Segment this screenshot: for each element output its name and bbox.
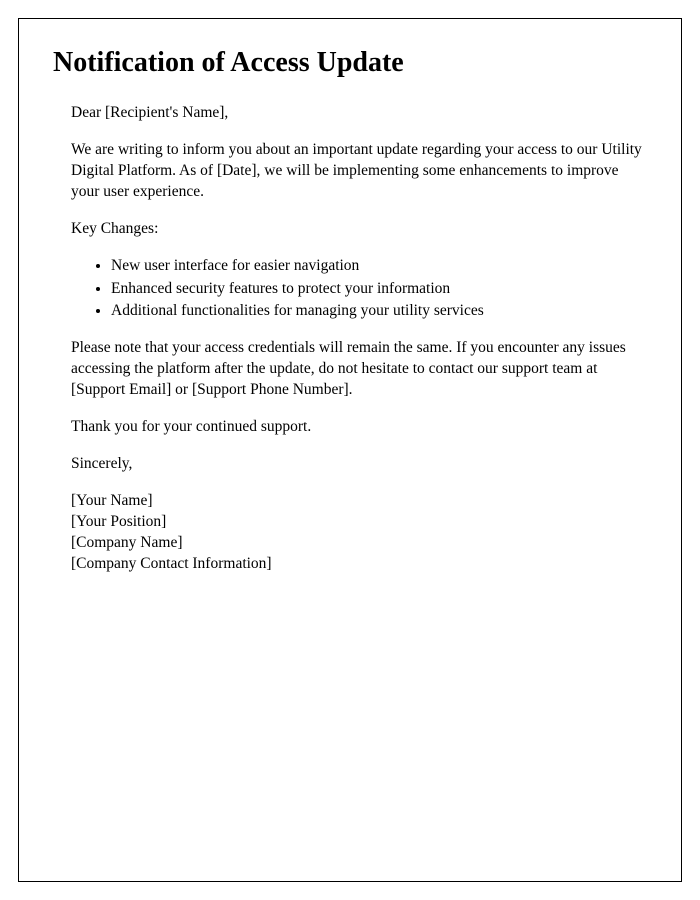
key-changes-list: New user interface for easier navigation… — [71, 256, 647, 323]
salutation: Dear [Recipient's Name], — [71, 103, 647, 124]
intro-paragraph: We are writing to inform you about an im… — [71, 140, 647, 203]
key-changes-label: Key Changes: — [71, 219, 647, 240]
list-item: New user interface for easier navigation — [111, 256, 647, 277]
page-title: Notification of Access Update — [53, 47, 647, 79]
document-frame: Notification of Access Update Dear [Reci… — [18, 18, 682, 882]
thanks-paragraph: Thank you for your continued support. — [71, 417, 647, 438]
list-item: Additional functionalities for managing … — [111, 301, 647, 322]
closing: Sincerely, — [71, 454, 647, 475]
signature-name: [Your Name] — [71, 491, 647, 512]
document-body: Dear [Recipient's Name], We are writing … — [53, 103, 647, 575]
signature-contact: [Company Contact Information] — [71, 554, 647, 575]
signature-block: [Your Name] [Your Position] [Company Nam… — [71, 491, 647, 575]
note-paragraph: Please note that your access credentials… — [71, 338, 647, 401]
list-item: Enhanced security features to protect yo… — [111, 279, 647, 300]
signature-company: [Company Name] — [71, 533, 647, 554]
signature-position: [Your Position] — [71, 512, 647, 533]
